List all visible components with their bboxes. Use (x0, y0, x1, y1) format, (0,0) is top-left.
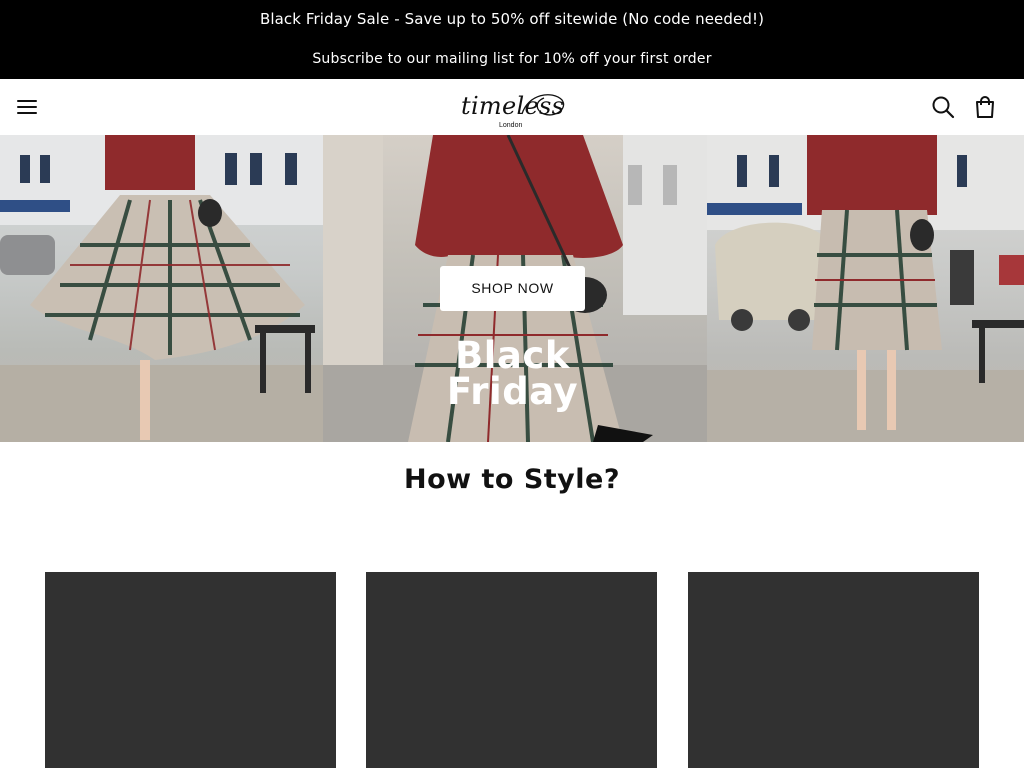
shop-now-button[interactable]: SHOP NOW (440, 266, 585, 311)
section-title: How to Style? (403, 464, 621, 495)
logo-text: timeless (461, 92, 565, 120)
hero-banner[interactable]: SHOP NOW Black Friday (0, 135, 1024, 442)
search-icon[interactable] (930, 94, 956, 120)
style-card-3[interactable] (688, 572, 979, 768)
shopping-bag-icon[interactable] (972, 94, 998, 120)
logo-subtext: London (499, 122, 523, 129)
style-card-1[interactable] (45, 572, 336, 768)
announcement-bar: Black Friday Sale - Save up to 50% off s… (0, 0, 1024, 79)
black-friday-overlay: Black Friday (420, 334, 605, 413)
hero-image-right (707, 135, 1024, 442)
hero-image-left (0, 135, 323, 442)
black-friday-line1: Black (455, 334, 570, 377)
announcement-subscribe-text: Subscribe to our mailing list for 10% of… (312, 51, 712, 67)
black-friday-line2: Friday (446, 370, 579, 413)
hamburger-menu-icon[interactable] (12, 93, 42, 121)
site-header: timeless London (0, 79, 1024, 135)
announcement-sale-text: Black Friday Sale - Save up to 50% off s… (259, 10, 765, 28)
site-logo[interactable]: timeless London (452, 84, 572, 132)
style-card-2[interactable] (366, 572, 657, 768)
